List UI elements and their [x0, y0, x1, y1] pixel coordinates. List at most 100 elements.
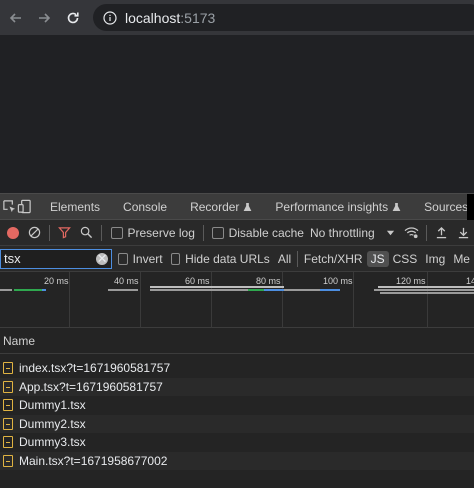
waterfall-bar: [150, 289, 248, 291]
waterfall-bar: [14, 289, 42, 291]
grid-line: [427, 272, 428, 328]
browser-toolbar: localhost:5173: [0, 0, 474, 35]
hide-data-urls-checkbox[interactable]: [170, 252, 181, 265]
tick-label: 100 ms: [323, 276, 353, 286]
wifi-settings-icon: [404, 227, 419, 239]
download-icon: [458, 227, 468, 239]
device-toolbar-icon[interactable]: [17, 196, 32, 218]
tick-label: 60 ms: [185, 276, 210, 286]
network-overview-timeline[interactable]: 20 ms 40 ms 60 ms 80 ms 100 ms 120 ms 14: [0, 272, 474, 328]
inspect-element-icon[interactable]: [2, 196, 17, 218]
throttling-select[interactable]: No throttling: [310, 226, 395, 240]
clear-icon: [28, 226, 40, 239]
js-file-icon: [3, 380, 13, 393]
address-bar[interactable]: localhost:5173: [93, 4, 474, 31]
tab-recorder-label: Recorder: [190, 199, 240, 214]
forward-button[interactable]: [30, 4, 58, 32]
info-icon[interactable]: [103, 10, 117, 25]
upload-icon: [437, 226, 447, 239]
tab-performance-insights[interactable]: Performance insights: [261, 200, 410, 214]
waterfall-bar: [378, 286, 474, 288]
tick-label: 40 ms: [114, 276, 139, 286]
url-host: localhost: [125, 9, 181, 26]
search-button[interactable]: [75, 222, 96, 244]
request-name: Main.tsx?t=1671958677002: [19, 453, 168, 468]
tick-label: 14: [466, 276, 474, 286]
disable-cache-label: Disable cache: [228, 225, 304, 240]
grid-line: [353, 272, 354, 328]
clear-filter-icon[interactable]: ✕: [96, 252, 109, 265]
devtools-tab-bar: Elements Console Recorder Performance in…: [0, 193, 474, 220]
preserve-log-label: Preserve log: [127, 225, 195, 240]
request-name: App.tsx?t=1671960581757: [19, 379, 163, 394]
search-icon: [80, 226, 92, 239]
record-icon: [6, 226, 19, 239]
url-port: :5173: [180, 9, 216, 26]
type-filter-css[interactable]: CSS: [389, 252, 422, 266]
tab-performance-insights-label: Performance insights: [275, 199, 389, 214]
type-filter-js[interactable]: JS: [366, 250, 389, 267]
experiment-flask-icon: [244, 202, 252, 211]
reload-button[interactable]: [59, 4, 87, 32]
clear-button[interactable]: [23, 222, 44, 244]
request-row[interactable]: App.tsx?t=1671960581757: [0, 377, 474, 396]
tab-sources[interactable]: Sources: [410, 200, 474, 214]
tab-recorder[interactable]: Recorder: [176, 200, 261, 214]
tab-overflow: [467, 194, 474, 220]
filter-input-value: tsx: [4, 251, 21, 266]
import-har-button[interactable]: [431, 222, 452, 244]
request-row[interactable]: Dummy1.tsx: [0, 396, 474, 415]
filter-toggle-button[interactable]: [54, 222, 75, 244]
request-name: Dummy3.tsx: [19, 435, 86, 450]
grid-line: [69, 272, 70, 328]
js-file-icon: [3, 362, 13, 375]
dropdown-arrow-icon: [386, 230, 394, 236]
disable-cache-checkbox[interactable]: [211, 226, 224, 239]
js-file-icon: [3, 436, 13, 449]
divider: [426, 224, 428, 241]
tick-label: 20 ms: [44, 276, 69, 286]
request-row[interactable]: Dummy3.tsx: [0, 433, 474, 452]
page-viewport[interactable]: [0, 35, 474, 193]
preserve-log-checkbox[interactable]: [110, 226, 123, 239]
forward-arrow-icon: [39, 13, 51, 23]
divider: [100, 224, 102, 241]
tick-label: 120 ms: [396, 276, 426, 286]
type-filter-fetch-xhr[interactable]: Fetch/XHR: [300, 252, 367, 266]
throttling-value: No throttling: [309, 225, 375, 240]
type-filter-all[interactable]: All: [274, 252, 295, 266]
request-row[interactable]: Main.tsx?t=1671958677002: [0, 451, 474, 470]
network-toolbar: Preserve log Disable cache No throttling: [0, 220, 474, 246]
waterfall-bar: [0, 289, 12, 291]
divider: [297, 250, 298, 267]
filter-input[interactable]: tsx ✕: [0, 248, 113, 269]
request-name: Dummy2.tsx: [19, 416, 86, 431]
grid-line: [211, 272, 212, 328]
request-row[interactable]: index.tsx?t=1671960581757: [0, 359, 474, 378]
reload-icon: [67, 12, 79, 24]
invert-checkbox[interactable]: [118, 252, 128, 265]
grid-line: [282, 272, 283, 328]
divider: [202, 224, 204, 241]
invert-label: Invert: [132, 251, 163, 266]
waterfall-bar: [42, 289, 46, 291]
back-button[interactable]: [2, 4, 30, 32]
column-header-name[interactable]: Name: [0, 328, 474, 354]
tick-label: 80 ms: [256, 276, 281, 286]
filter-bar: tsx ✕ Invert Hide data URLs All Fetch/XH…: [0, 246, 474, 272]
waterfall-bar: [380, 292, 474, 294]
back-arrow-icon: [9, 13, 21, 23]
request-row[interactable]: Dummy2.tsx: [0, 414, 474, 433]
request-list: index.tsx?t=1671960581757 App.tsx?t=1671…: [0, 359, 474, 470]
export-har-button[interactable]: [453, 222, 474, 244]
request-name: Dummy1.tsx: [19, 398, 86, 413]
waterfall-bar: [108, 289, 138, 291]
type-filter-media[interactable]: Me: [449, 252, 474, 266]
type-filter-img[interactable]: Img: [421, 252, 449, 266]
grid-line: [140, 272, 141, 328]
record-button[interactable]: [2, 222, 23, 244]
tab-elements[interactable]: Elements: [40, 200, 109, 214]
network-conditions-button[interactable]: [401, 222, 422, 244]
tab-console[interactable]: Console: [109, 200, 176, 214]
js-file-icon: [3, 417, 13, 430]
